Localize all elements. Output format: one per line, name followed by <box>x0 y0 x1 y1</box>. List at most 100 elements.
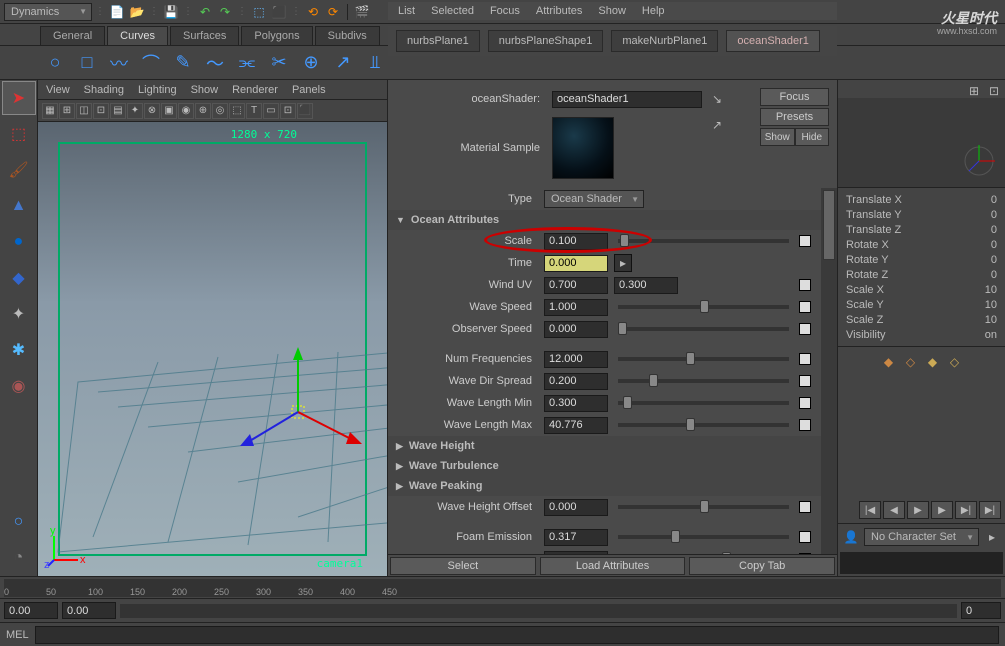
wavelenmax-map-checkbox[interactable] <box>799 419 811 431</box>
vp-menu-lighting[interactable]: Lighting <box>138 84 177 96</box>
wavelenmax-slider[interactable] <box>618 423 789 427</box>
ae-tab-oceanshader[interactable]: oceanShader1 <box>726 30 820 52</box>
type-dropdown[interactable]: Ocean Shader <box>544 190 644 208</box>
spiral-icon[interactable]: 〜 <box>200 48 230 78</box>
vp-ico-15[interactable]: ⊡ <box>280 103 296 119</box>
shelf-tab-curves[interactable]: Curves <box>107 26 168 45</box>
wavelenmin-slider[interactable] <box>618 401 789 405</box>
pencil-icon[interactable]: ✎ <box>168 48 198 78</box>
select-icon[interactable]: ⬚ <box>250 3 268 21</box>
section-wave-height[interactable]: ▶Wave Height <box>388 436 837 456</box>
shelf-tab-surfaces[interactable]: Surfaces <box>170 26 239 45</box>
cmd-input[interactable] <box>35 626 999 644</box>
select-tool[interactable]: ➤ <box>2 81 36 115</box>
vp-ico-5[interactable]: ▤ <box>110 103 126 119</box>
wavespeed-slider[interactable] <box>618 305 789 309</box>
move-tool[interactable]: ▲ <box>2 189 36 223</box>
timeline[interactable]: 050100150200250300350400450 <box>0 576 1005 598</box>
node-name-input[interactable] <box>552 91 702 108</box>
layer-ico-2[interactable]: ◇ <box>902 353 920 371</box>
charset-opt-icon[interactable]: ▸ <box>983 528 1001 546</box>
channel-row[interactable]: Translate Y0 <box>846 207 997 222</box>
foamemission-map-checkbox[interactable] <box>799 531 811 543</box>
show-button[interactable]: Show <box>760 128 795 146</box>
new-scene-icon[interactable]: 📄 <box>108 3 126 21</box>
time-connect-icon[interactable]: ▸ <box>614 254 632 272</box>
step-back-button[interactable]: ◀ <box>883 501 905 519</box>
vp-menu-panels[interactable]: Panels <box>292 84 326 96</box>
range-slider[interactable] <box>120 604 957 618</box>
paint-tool[interactable]: 🖌 <box>2 153 36 187</box>
vp-ico-16[interactable]: ⬛ <box>297 103 313 119</box>
channel-row[interactable]: Rotate Z0 <box>846 267 997 282</box>
waveheightoff-slider[interactable] <box>618 505 789 509</box>
scale-map-checkbox[interactable] <box>799 235 811 247</box>
numfreq-map-checkbox[interactable] <box>799 353 811 365</box>
shelf-tab-subdivs[interactable]: Subdivs <box>315 26 380 45</box>
vp-ico-3[interactable]: ◫ <box>76 103 92 119</box>
numfreq-slider[interactable] <box>618 357 789 361</box>
goto-end-button[interactable]: ▶| <box>979 501 1001 519</box>
wavespeed-input[interactable] <box>544 299 608 316</box>
ae-tab-make[interactable]: makeNurbPlane1 <box>611 30 718 52</box>
scale-input[interactable] <box>544 233 608 250</box>
numfreq-input[interactable] <box>544 351 608 368</box>
play-fwd-button[interactable]: ▶ <box>931 501 953 519</box>
ae-menu-focus[interactable]: Focus <box>490 5 520 17</box>
ae-tab-shape[interactable]: nurbsPlaneShape1 <box>488 30 604 52</box>
wavelenmin-map-checkbox[interactable] <box>799 397 811 409</box>
wavelenmax-input[interactable] <box>544 417 608 434</box>
ae-scrollbar[interactable] <box>821 188 837 554</box>
range-in-input[interactable] <box>62 602 116 619</box>
channel-row[interactable]: Scale Y10 <box>846 297 997 312</box>
scale-slider[interactable] <box>618 239 789 243</box>
attach-icon[interactable]: ⫘ <box>232 48 262 78</box>
snap2-icon[interactable]: ⟳ <box>324 3 342 21</box>
extend-icon[interactable]: ↗ <box>328 48 358 78</box>
range-start-input[interactable] <box>4 602 58 619</box>
vp-ico-12[interactable]: ⬚ <box>229 103 245 119</box>
vp-ico-4[interactable]: ⊡ <box>93 103 109 119</box>
square-icon[interactable]: □ <box>72 48 102 78</box>
obsspeed-slider[interactable] <box>618 327 789 331</box>
play-back-button[interactable]: ▶ <box>907 501 929 519</box>
channel-row[interactable]: Rotate X0 <box>846 237 997 252</box>
winduv-v-input[interactable] <box>614 277 678 294</box>
io-in-icon[interactable]: ↘ <box>708 90 726 108</box>
manip-tool[interactable]: ✦ <box>2 297 36 331</box>
foamemission-slider[interactable] <box>618 535 789 539</box>
layer-ico-3[interactable]: ◆ <box>924 353 942 371</box>
vp-menu-show[interactable]: Show <box>191 84 219 96</box>
wavedir-map-checkbox[interactable] <box>799 375 811 387</box>
wavelenmin-input[interactable] <box>544 395 608 412</box>
layer-ico-4[interactable]: ◇ <box>946 353 964 371</box>
vp-menu-renderer[interactable]: Renderer <box>232 84 278 96</box>
step-fwd-button[interactable]: ▶| <box>955 501 977 519</box>
time-input[interactable] <box>544 255 608 272</box>
arc-icon[interactable]: ⌒ <box>136 48 166 78</box>
vp-ico-11[interactable]: ◎ <box>212 103 228 119</box>
channel-row[interactable]: Visibilityon <box>846 327 997 342</box>
vp-ico-6[interactable]: ✦ <box>127 103 143 119</box>
wavedir-input[interactable] <box>544 373 608 390</box>
select-button[interactable]: Select <box>390 557 536 575</box>
viewport-canvas[interactable]: 1280 x 720 camera1 y x <box>38 122 387 576</box>
channel-row[interactable]: Scale X10 <box>846 282 997 297</box>
ae-tab-nurbsplane[interactable]: nurbsPlane1 <box>396 30 480 52</box>
shelf-tab-general[interactable]: General <box>40 26 105 45</box>
current-frame-input[interactable] <box>961 602 1001 619</box>
winduv-u-input[interactable] <box>544 277 608 294</box>
ae-menu-attributes[interactable]: Attributes <box>536 5 582 17</box>
four-view[interactable]: ◔ <box>2 541 36 575</box>
waveheightoff-map-checkbox[interactable] <box>799 501 811 513</box>
shelf-tab-polygons[interactable]: Polygons <box>241 26 312 45</box>
vp-ico-10[interactable]: ⊕ <box>195 103 211 119</box>
wavedir-slider[interactable] <box>618 379 789 383</box>
open-scene-icon[interactable]: 📂 <box>128 3 146 21</box>
charset-dropdown[interactable]: No Character Set <box>864 528 979 546</box>
circle-icon[interactable]: ○ <box>40 48 70 78</box>
soft-tool[interactable]: ✱ <box>2 333 36 367</box>
section-wave-peaking[interactable]: ▶Wave Peaking <box>388 476 837 496</box>
waveheightoff-input[interactable] <box>544 499 608 516</box>
last-tool[interactable]: ◉ <box>2 369 36 403</box>
